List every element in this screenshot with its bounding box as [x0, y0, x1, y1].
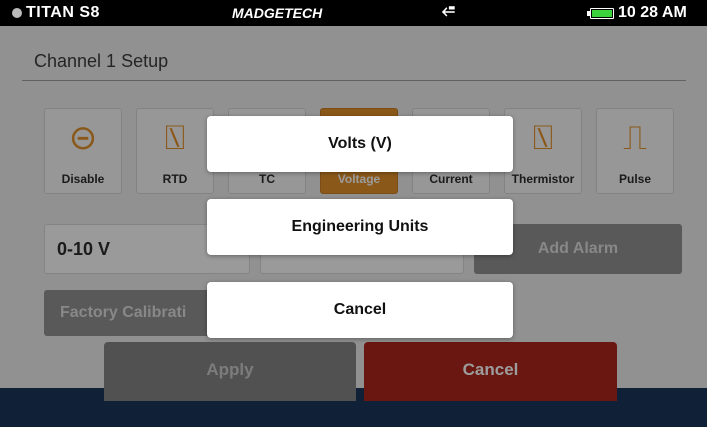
status-dot-icon — [12, 8, 22, 18]
clock: 10 28 AM — [618, 4, 687, 21]
status-bar: TITAN S8 MADGETECH ⭀ 10 28 AM — [0, 0, 707, 26]
popup-option-volts[interactable]: Volts (V) — [207, 116, 513, 172]
brand-logo: MADGETECH — [232, 5, 323, 21]
battery-icon — [587, 8, 614, 19]
device-name: TITAN S8 — [26, 4, 100, 21]
popup-option-cancel[interactable]: Cancel — [207, 282, 513, 338]
usb-icon: ⭀ — [442, 3, 455, 20]
popup-option-engineering-units[interactable]: Engineering Units — [207, 199, 513, 255]
